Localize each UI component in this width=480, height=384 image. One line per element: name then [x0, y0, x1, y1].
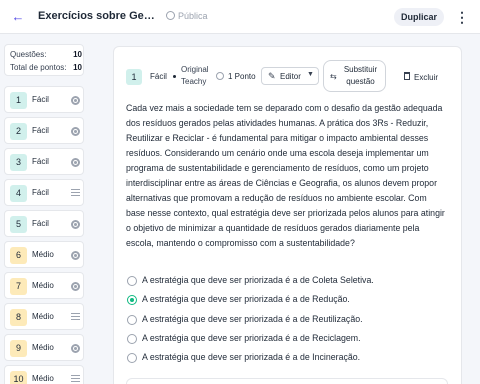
answer-option[interactable]: A estratégia que deve ser priorizada é a… — [126, 274, 446, 288]
question-list-item[interactable]: 8 Médio — [4, 303, 84, 330]
question-list-number: 10 — [10, 371, 27, 384]
radio-button-icon — [71, 96, 80, 105]
question-list-number: 3 — [10, 154, 27, 171]
questions-count-value: 10 — [73, 50, 82, 59]
radio-button-icon — [71, 220, 80, 229]
answer-option-text: A estratégia que deve ser priorizada é a… — [142, 352, 361, 363]
question-list-number: 9 — [10, 340, 27, 357]
radio-selected[interactable] — [127, 295, 137, 306]
visibility-label: Pública — [178, 11, 208, 21]
total-points-label: Total de pontos: — [10, 63, 67, 72]
globe-icon — [166, 11, 175, 20]
answer-option-text: A estratégia que deve ser priorizada é a… — [142, 275, 374, 285]
answer-option-text: A estratégia que deve ser priorizada é a… — [142, 313, 363, 324]
radio-button-icon — [71, 344, 80, 353]
answer-option[interactable]: A estratégia que deve ser priorizada é a… — [126, 313, 446, 327]
question-list-level: Médio — [32, 374, 54, 383]
delete-label: Excluir — [414, 72, 439, 82]
editor-dropdown[interactable]: ✎ Editor ▼ — [261, 67, 319, 85]
radio-unselected[interactable] — [127, 276, 137, 286]
answer-area[interactable] — [126, 378, 448, 384]
question-list-item[interactable]: 5 Fácil — [4, 210, 84, 237]
question-list-item[interactable]: 2 Fácil — [4, 117, 84, 144]
radio-unselected[interactable] — [127, 314, 137, 325]
question-list-number: 1 — [10, 92, 27, 109]
answer-option-text: A estratégia que deve ser priorizada é a… — [142, 332, 361, 343]
replace-question-button[interactable]: ⇆ Substituir questão — [323, 60, 386, 92]
question-list-number: 8 — [10, 309, 27, 326]
question-list-level: Fácil — [32, 157, 49, 166]
duplicate-button[interactable]: Duplicar — [394, 8, 444, 26]
question-list-level: Fácil — [32, 126, 49, 135]
radio-button-icon — [71, 158, 80, 167]
replace-label: Substituir questão — [343, 65, 378, 86]
answer-option[interactable]: A estratégia que deve ser priorizada é a… — [126, 351, 446, 365]
radio-unselected[interactable] — [127, 333, 137, 344]
question-list-level: Fácil — [32, 219, 49, 228]
question-number: 1 — [126, 69, 142, 85]
stats-panel: Questões: 10 Total de pontos: 10 — [4, 44, 84, 76]
origin-label: Original Teachy — [181, 65, 209, 86]
vertical-dots-icon[interactable]: ⋮ — [455, 8, 469, 26]
answer-option[interactable]: A estratégia que deve ser priorizada é a… — [126, 332, 446, 346]
question-list-number: 4 — [10, 185, 27, 202]
text-lines-icon — [71, 313, 80, 322]
text-lines-icon — [71, 189, 80, 198]
question-list-item[interactable]: 7 Médio — [4, 272, 84, 299]
question-list-level: Fácil — [32, 95, 49, 104]
question-list-level: Médio — [32, 312, 54, 321]
total-points-value: 10 — [73, 63, 82, 72]
info-icon[interactable] — [216, 72, 224, 80]
question-list-level: Médio — [32, 250, 54, 259]
separator-dot — [173, 75, 176, 78]
editor-label: Editor — [280, 71, 301, 81]
question-list-item[interactable]: 9 Médio — [4, 334, 84, 361]
answer-option[interactable]: A estratégia que deve ser priorizada é a… — [126, 293, 446, 307]
question-list-number: 2 — [10, 123, 27, 140]
question-list-item[interactable]: 1 Fácil — [4, 86, 84, 113]
answer-option-text: A estratégia que deve ser priorizada é a… — [142, 294, 350, 305]
points-label: 1 Ponto — [228, 72, 256, 81]
question-list-level: Médio — [32, 343, 54, 352]
question-list-level: Fácil — [32, 188, 49, 197]
swap-icon: ⇆ — [330, 72, 337, 81]
radio-button-icon — [71, 282, 80, 291]
page-title: Exercícios sobre Gestão de Resíduos — [38, 10, 156, 22]
delete-button[interactable]: Excluir — [402, 70, 442, 84]
question-text: Cada vez mais a sociedade tem se deparad… — [126, 103, 445, 248]
text-lines-icon — [71, 375, 80, 384]
question-list-item[interactable]: 6 Médio — [4, 241, 84, 268]
radio-button-icon — [71, 127, 80, 136]
question-list-item[interactable]: 4 Fácil — [4, 179, 84, 206]
chevron-down-icon: ▼ — [307, 71, 314, 78]
question-list-number: 5 — [10, 216, 27, 233]
radio-button-icon — [71, 251, 80, 260]
question-list-number: 6 — [10, 247, 27, 264]
question-card: 1 Fácil Original Teachy 1 Ponto ✎ Editor ▼… — [113, 46, 462, 384]
top-bar: ← Exercícios sobre Gestão de Resíduos Pú… — [0, 0, 480, 34]
pencil-icon: ✎ — [268, 71, 276, 81]
visibility-status: Pública — [166, 11, 208, 21]
questions-count-label: Questões: — [10, 50, 47, 59]
question-list-level: Médio — [32, 281, 54, 290]
arrow-left-icon[interactable]: ← — [10, 9, 26, 25]
trash-icon — [404, 72, 410, 80]
question-list-item[interactable]: 3 Fácil — [4, 148, 84, 175]
radio-unselected[interactable] — [127, 353, 137, 364]
difficulty-label: Fácil — [150, 72, 167, 81]
question-list-number: 7 — [10, 278, 27, 295]
question-list-item[interactable]: 10 Médio — [4, 365, 84, 384]
